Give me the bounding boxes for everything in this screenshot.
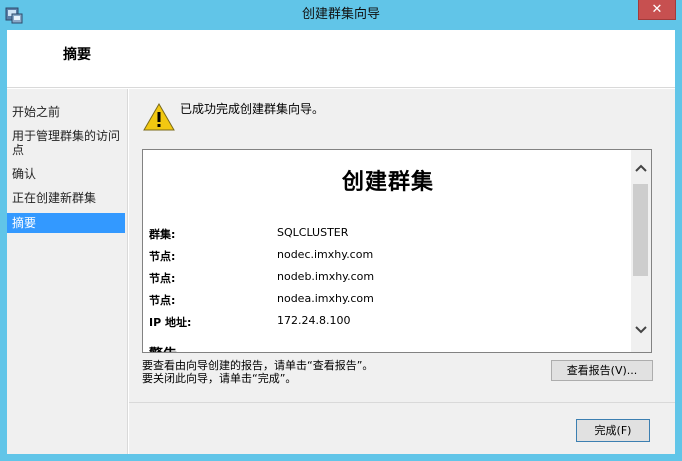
header-band: 摘要 [7, 30, 675, 88]
report-row-label: 节点: [149, 272, 176, 285]
scroll-up-button[interactable] [631, 158, 651, 178]
step-item-creating-cluster[interactable]: 正在创建新群集 [7, 191, 125, 205]
report-title: 创建群集 [341, 170, 434, 195]
summary-content: 已成功完成创建群集向导。 创建群集 群集: SQLCLUSTER 节点: nod… [129, 89, 675, 454]
report-row-value: nodeb.imxhy.com [277, 270, 375, 283]
step-item-before-you-begin[interactable]: 开始之前 [7, 105, 125, 119]
title-bar[interactable]: 创建群集向导 ✕ [0, 0, 682, 30]
close-icon: ✕ [651, 2, 663, 17]
step-item-summary[interactable]: 摘要 [7, 213, 125, 233]
window-title: 创建群集向导 [301, 7, 380, 22]
chevron-down-icon [635, 326, 647, 334]
step-item-access-point[interactable]: 用于管理群集的访问点 [7, 129, 123, 157]
warning-icon [143, 102, 175, 132]
scroll-down-button[interactable] [631, 320, 651, 340]
step-label: 正在创建新群集 [12, 191, 97, 205]
step-label: 开始之前 [12, 105, 61, 119]
step-label: 摘要 [12, 216, 37, 230]
finish-button[interactable]: 完成(F) [576, 419, 650, 442]
view-report-button[interactable]: 查看报告(V)... [551, 360, 653, 381]
scroll-thumb[interactable] [633, 184, 648, 276]
chevron-up-icon [635, 164, 647, 172]
wizard-step-list: 开始之前 用于管理群集的访问点 确认 正在创建新群集 摘要 [7, 89, 127, 454]
wizard-window: 创建群集向导 ✕ 摘要 开始之前 用于管理群集的访问点 确认 正在创建新群集 摘… [0, 0, 682, 461]
report-row-value: nodec.imxhy.com [277, 248, 374, 261]
close-button[interactable]: ✕ [638, 0, 676, 20]
report-section-heading: 警告 [149, 344, 177, 352]
report-row-label: IP 地址: [149, 316, 192, 329]
report-row-label: 节点: [149, 250, 176, 263]
report-document: 创建群集 群集: SQLCLUSTER 节点: nodec.imxhy.com … [143, 150, 633, 352]
wizard-body: 开始之前 用于管理群集的访问点 确认 正在创建新群集 摘要 已成功完成创建群集向… [7, 89, 675, 454]
report-row-label: 节点: [149, 294, 176, 307]
close-wizard-hint: 要关闭此向导，请单击“完成”。 [142, 372, 297, 385]
step-item-confirmation[interactable]: 确认 [7, 167, 125, 181]
report-row-value: nodea.imxhy.com [277, 292, 374, 305]
report-row-value: 172.24.8.100 [277, 314, 351, 327]
status-message: 已成功完成创建群集向导。 [180, 102, 325, 116]
report-row-value: SQLCLUSTER [277, 226, 349, 239]
page-title: 摘要 [63, 47, 91, 63]
view-report-hint: 要查看由向导创建的报告，请单击“查看报告”。 [142, 359, 374, 372]
report-scrollbar[interactable] [631, 150, 651, 352]
report-row-label: 群集: [149, 228, 176, 241]
wizard-client-area: 摘要 开始之前 用于管理群集的访问点 确认 正在创建新群集 摘要 已成功完成创建… [7, 30, 675, 454]
step-label: 用于管理群集的访问点 [12, 129, 121, 157]
footer-divider [129, 402, 675, 403]
report-viewer[interactable]: 创建群集 群集: SQLCLUSTER 节点: nodec.imxhy.com … [142, 149, 652, 353]
step-label: 确认 [12, 167, 37, 181]
